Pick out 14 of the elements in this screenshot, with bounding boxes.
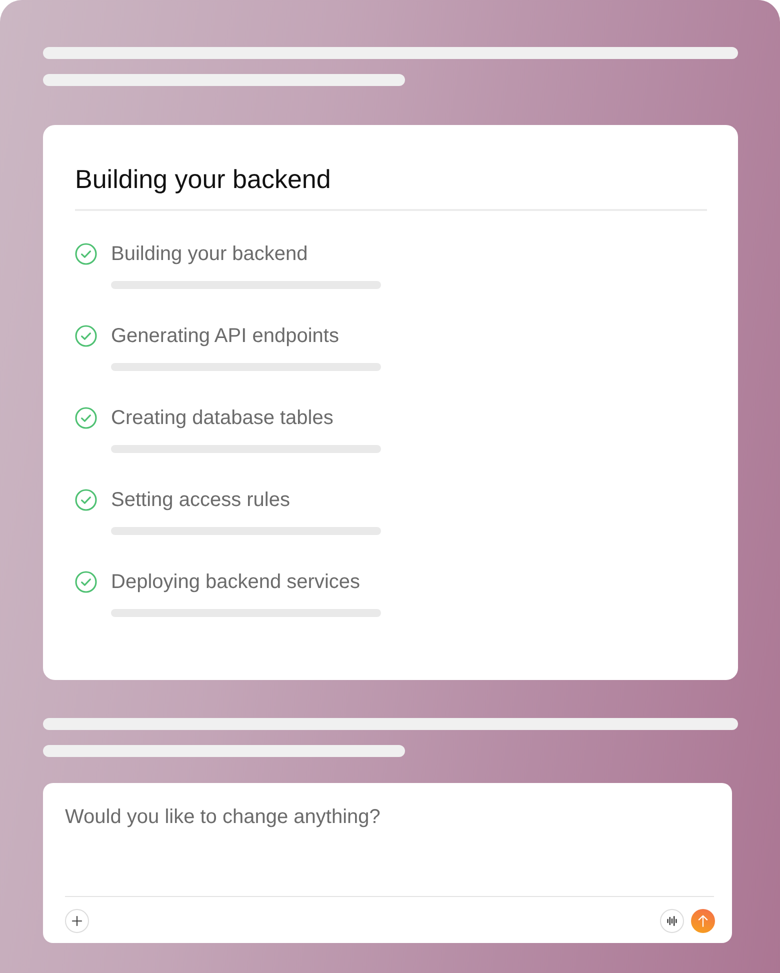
step-label: Generating API endpoints — [111, 324, 339, 348]
card-title: Building your backend — [75, 163, 332, 195]
step-label: Setting access rules — [111, 488, 290, 512]
add-button[interactable] — [65, 909, 89, 933]
message-composer[interactable]: Would you like to change anything? — [43, 783, 732, 943]
step-label: Deploying backend services — [111, 570, 360, 594]
arrow-up-icon — [698, 915, 708, 927]
plus-icon — [72, 916, 82, 926]
waveform-icon — [667, 916, 677, 926]
send-button[interactable] — [691, 909, 715, 933]
step-label: Building your backend — [111, 242, 308, 266]
voice-button[interactable] — [660, 909, 684, 933]
message-field[interactable]: Would you like to change anything? — [65, 805, 715, 896]
step-label: Creating database tables — [111, 406, 334, 430]
